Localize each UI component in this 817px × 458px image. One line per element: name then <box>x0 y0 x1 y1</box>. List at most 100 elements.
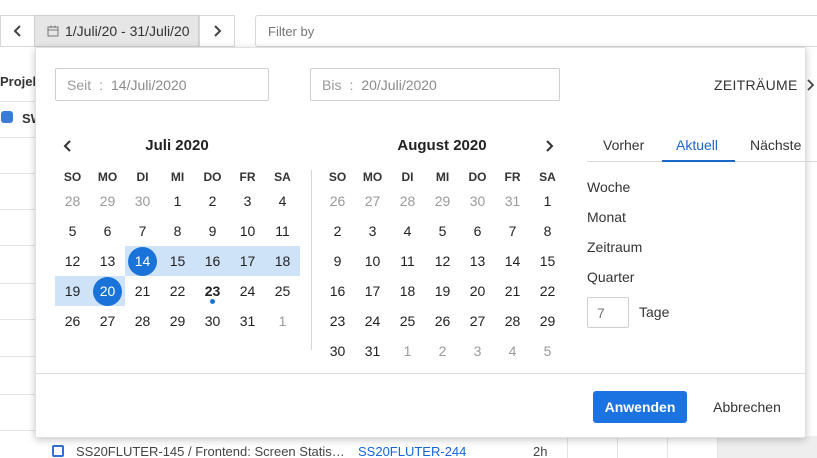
from-date-field[interactable]: Seit : 14/Juli/2020 <box>55 68 269 101</box>
filter-input[interactable] <box>255 15 817 47</box>
calendar-day[interactable]: 16 <box>320 276 355 306</box>
calendar-day[interactable]: 31 <box>355 336 390 366</box>
calendar-day[interactable]: 29 <box>530 306 565 336</box>
calendar-day[interactable]: 5 <box>530 336 565 366</box>
next-period-button[interactable] <box>199 15 235 47</box>
calendar-day[interactable]: 31 <box>495 186 530 216</box>
calendar-day[interactable]: 1 <box>530 186 565 216</box>
calendar-day[interactable]: 2 <box>320 216 355 246</box>
calendar-day[interactable]: 13 <box>90 246 125 276</box>
prev-period-button[interactable] <box>0 15 34 47</box>
calendar-day[interactable]: 1 <box>265 306 300 336</box>
calendar-day[interactable]: 19 <box>425 276 460 306</box>
apply-button[interactable]: Anwenden <box>593 391 687 423</box>
calendar-day[interactable]: 23 <box>195 276 230 306</box>
calendar-day[interactable]: 15 <box>530 246 565 276</box>
calendar-day[interactable]: 5 <box>55 216 90 246</box>
quick-range-month[interactable]: Monat <box>587 209 626 225</box>
calendar-day[interactable]: 28 <box>390 186 425 216</box>
calendar-day[interactable]: 7 <box>125 216 160 246</box>
calendar-day[interactable]: 24 <box>230 276 265 306</box>
task-link[interactable]: SS20FLUTER-244 <box>358 444 466 458</box>
days-input[interactable] <box>587 297 629 328</box>
calendar-day[interactable]: 2 <box>425 336 460 366</box>
prev-month-button[interactable] <box>58 136 78 156</box>
calendar-day[interactable]: 14 <box>495 246 530 276</box>
calendar-day[interactable]: 9 <box>195 216 230 246</box>
calendar-day[interactable]: 1 <box>390 336 425 366</box>
tab-current[interactable]: Aktuell <box>676 137 718 153</box>
task-title[interactable]: SS20FLUTER-145 / Frontend: Screen Statis… <box>76 444 345 458</box>
calendar-day[interactable]: 8 <box>530 216 565 246</box>
calendar-day-selected[interactable]: 14 <box>125 246 160 276</box>
calendar-day[interactable]: 30 <box>195 306 230 336</box>
tab-next[interactable]: Nächste <box>750 137 801 153</box>
calendar-day[interactable]: 3 <box>355 216 390 246</box>
calendar-day[interactable]: 27 <box>355 186 390 216</box>
calendar-day[interactable]: 30 <box>320 336 355 366</box>
quick-range-quarter[interactable]: Quarter <box>587 269 634 285</box>
calendar-day[interactable]: 25 <box>265 276 300 306</box>
calendar-day[interactable]: 26 <box>320 186 355 216</box>
calendar-day[interactable]: 28 <box>125 306 160 336</box>
calendar-day[interactable]: 29 <box>90 186 125 216</box>
calendar-day[interactable]: 15 <box>160 246 195 276</box>
calendar-day[interactable]: 29 <box>160 306 195 336</box>
calendar-day[interactable]: 4 <box>495 336 530 366</box>
calendar-day[interactable]: 12 <box>55 246 90 276</box>
calendar-day[interactable]: 26 <box>425 306 460 336</box>
calendar-day[interactable]: 31 <box>230 306 265 336</box>
to-date-field[interactable]: Bis : 20/Juli/2020 <box>310 68 560 101</box>
calendar-day[interactable]: 8 <box>160 216 195 246</box>
calendar-day[interactable]: 25 <box>390 306 425 336</box>
calendar-day[interactable]: 4 <box>390 216 425 246</box>
calendar-day-selected[interactable]: 20 <box>90 276 125 306</box>
calendar-day[interactable]: 10 <box>230 216 265 246</box>
calendar-day[interactable]: 3 <box>230 186 265 216</box>
calendar-day[interactable]: 21 <box>125 276 160 306</box>
calendar-day[interactable]: 28 <box>55 186 90 216</box>
calendar-day[interactable]: 23 <box>320 306 355 336</box>
tab-previous[interactable]: Vorher <box>603 137 644 153</box>
cancel-button[interactable]: Abbrechen <box>702 391 792 423</box>
calendar-day-number: 6 <box>103 223 112 239</box>
calendar-day[interactable]: 20 <box>460 276 495 306</box>
calendar-day[interactable]: 9 <box>320 246 355 276</box>
calendar-day[interactable]: 5 <box>425 216 460 246</box>
calendar-day[interactable]: 13 <box>460 246 495 276</box>
calendar-day[interactable]: 17 <box>230 246 265 276</box>
calendar-day-number: 28 <box>134 313 151 329</box>
quick-range-period[interactable]: Zeitraum <box>587 239 642 255</box>
calendar-day[interactable]: 24 <box>355 306 390 336</box>
calendar-day[interactable]: 22 <box>160 276 195 306</box>
calendar-day[interactable]: 12 <box>425 246 460 276</box>
next-month-button[interactable] <box>539 136 559 156</box>
calendar-day[interactable]: 27 <box>90 306 125 336</box>
calendar-day[interactable]: 11 <box>265 216 300 246</box>
calendar-day[interactable]: 30 <box>125 186 160 216</box>
date-range-button[interactable]: 1/Juli/20 - 31/Juli/20 <box>34 15 199 47</box>
calendar-day[interactable]: 1 <box>160 186 195 216</box>
calendar-day[interactable]: 29 <box>425 186 460 216</box>
calendar-day[interactable]: 7 <box>495 216 530 246</box>
quick-range-week[interactable]: Woche <box>587 179 630 195</box>
calendar-day[interactable]: 4 <box>265 186 300 216</box>
periods-toggle[interactable]: ZEITRÄUME <box>714 77 814 93</box>
calendar-day[interactable]: 2 <box>195 186 230 216</box>
calendar-day[interactable]: 21 <box>495 276 530 306</box>
calendar-day[interactable]: 28 <box>495 306 530 336</box>
calendar-day[interactable]: 18 <box>390 276 425 306</box>
calendar-day[interactable]: 3 <box>460 336 495 366</box>
calendar-day[interactable]: 6 <box>90 216 125 246</box>
calendar-day[interactable]: 26 <box>55 306 90 336</box>
calendar-day[interactable]: 17 <box>355 276 390 306</box>
calendar-day[interactable]: 6 <box>460 216 495 246</box>
calendar-day[interactable]: 19 <box>55 276 90 306</box>
calendar-day[interactable]: 18 <box>265 246 300 276</box>
calendar-day[interactable]: 10 <box>355 246 390 276</box>
calendar-day[interactable]: 11 <box>390 246 425 276</box>
calendar-day[interactable]: 22 <box>530 276 565 306</box>
calendar-day[interactable]: 30 <box>460 186 495 216</box>
calendar-day[interactable]: 16 <box>195 246 230 276</box>
calendar-day[interactable]: 27 <box>460 306 495 336</box>
